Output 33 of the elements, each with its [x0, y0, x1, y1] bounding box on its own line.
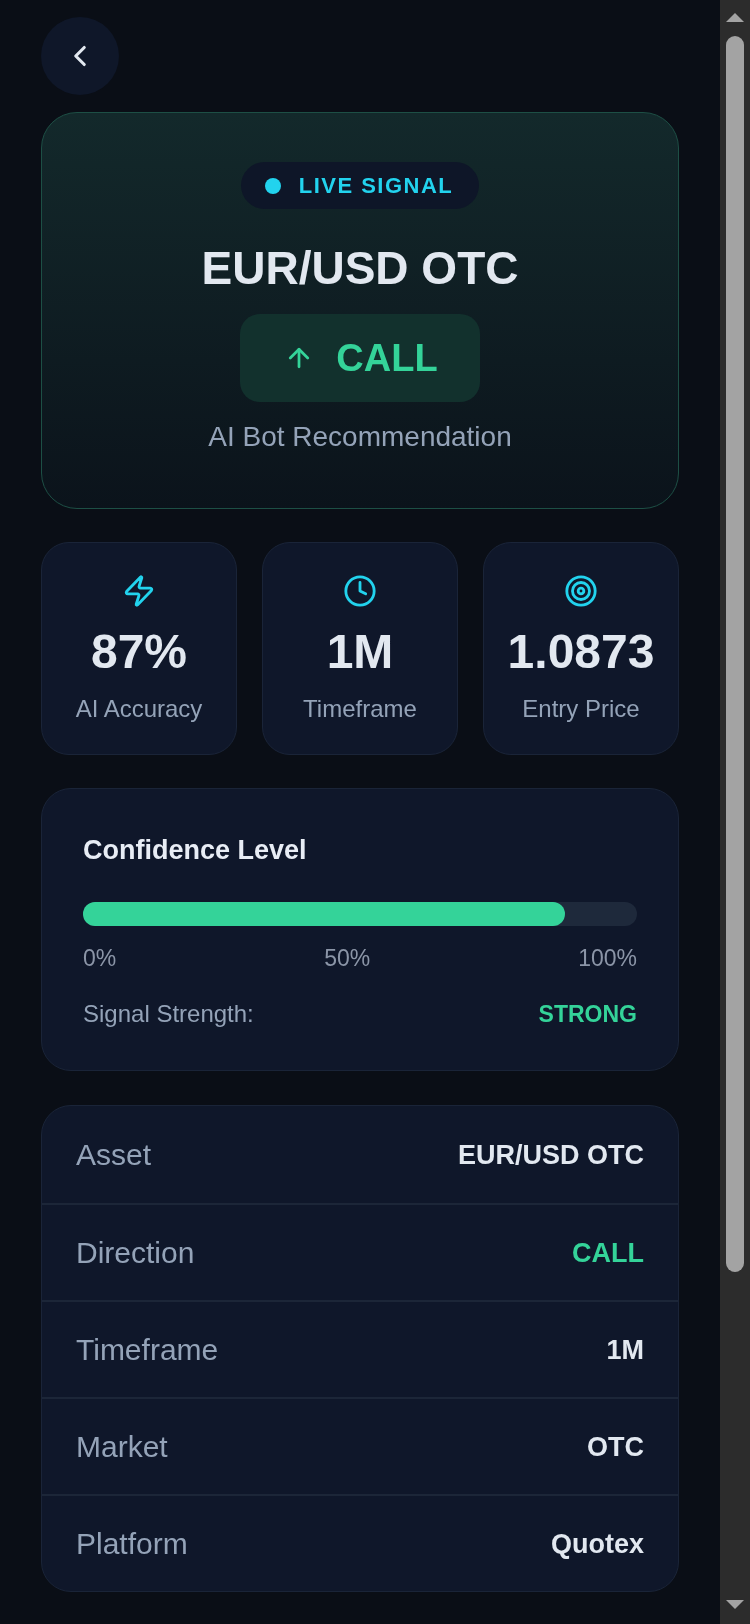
scale-label: 100% — [578, 944, 637, 972]
stat-value: 1.0873 — [507, 628, 655, 676]
scrollbar-track[interactable] — [720, 0, 750, 1624]
signal-strength-value: STRONG — [538, 1000, 637, 1029]
lightning-icon — [122, 574, 156, 608]
detail-label: Timeframe — [76, 1331, 219, 1368]
recommendation-caption: AI Bot Recommendation — [208, 420, 512, 454]
detail-value: CALL — [572, 1236, 644, 1270]
scroll-up-arrow-icon[interactable] — [726, 13, 744, 22]
target-icon — [564, 574, 598, 608]
stat-label: Timeframe — [303, 694, 417, 724]
live-signal-label: LIVE SIGNAL — [298, 174, 454, 197]
stat-label: Entry Price — [522, 694, 640, 724]
detail-value: OTC — [587, 1430, 644, 1464]
detail-label: Platform — [76, 1525, 188, 1562]
scale-label: 50% — [324, 944, 371, 972]
scale-label: 0% — [83, 944, 117, 972]
detail-label: Market — [76, 1428, 168, 1465]
detail-label: Asset — [76, 1136, 152, 1173]
asset-title: EUR/USD OTC — [201, 242, 519, 294]
stat-value: 1M — [326, 628, 394, 676]
scrollbar-thumb[interactable] — [726, 36, 744, 1272]
detail-label: Direction — [76, 1234, 195, 1271]
stat-label: AI Accuracy — [75, 694, 203, 724]
signal-strength-label: Signal Strength: — [83, 999, 254, 1029]
detail-value: Quotex — [551, 1527, 644, 1561]
confidence-title: Confidence Level — [83, 834, 308, 866]
direction-label: CALL — [336, 339, 438, 377]
clock-icon — [343, 574, 377, 608]
detail-value: EUR/USD OTC — [458, 1138, 644, 1172]
stat-value: 87% — [90, 628, 188, 676]
detail-value: 1M — [606, 1333, 644, 1367]
scroll-down-arrow-icon[interactable] — [726, 1600, 744, 1609]
